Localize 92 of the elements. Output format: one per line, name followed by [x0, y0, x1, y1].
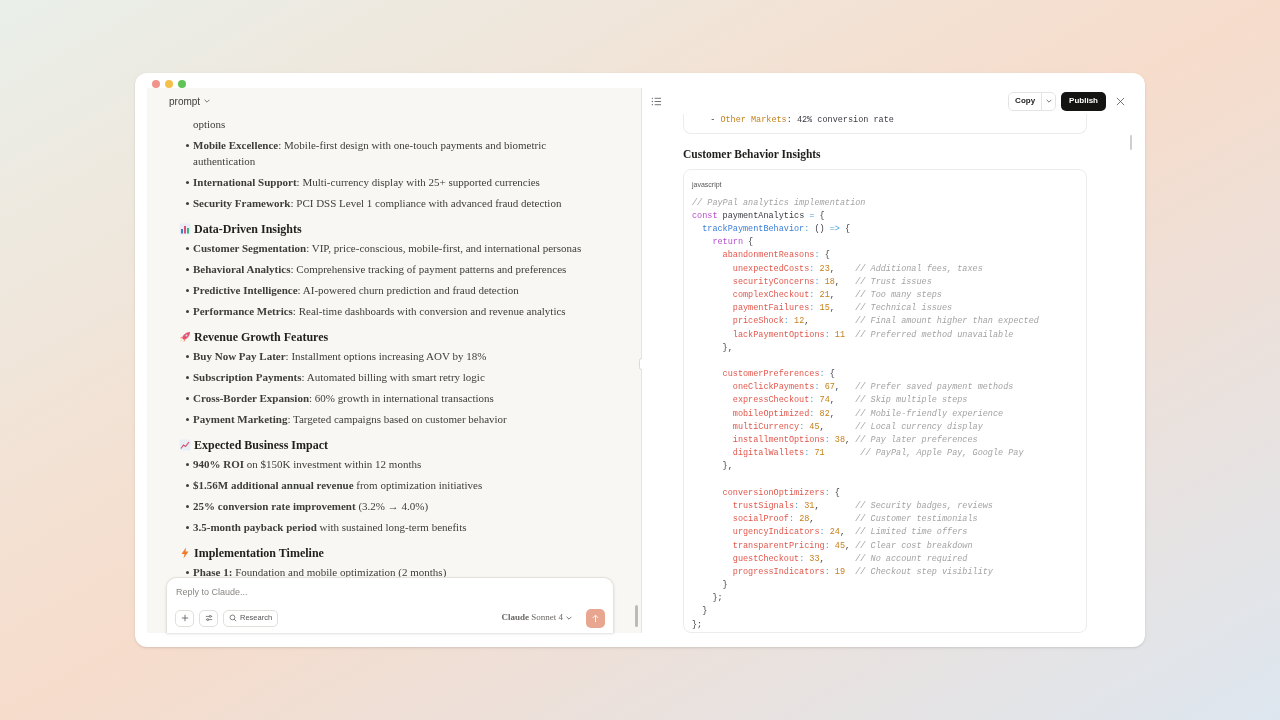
search-icon [229, 614, 237, 622]
trend-chart-icon [179, 439, 191, 451]
code-line: // PayPal analytics implementation [692, 196, 867, 210]
bullet-icon [186, 571, 189, 574]
section-heading: Data-Driven Insights [194, 221, 302, 237]
close-icon[interactable] [1116, 96, 1125, 106]
bullet-icon [186, 484, 189, 487]
code-line: conversionOptimizers: { [721, 486, 841, 500]
list-item-text: Subscription Payments: Automated billing with smart retry logic [193, 370, 485, 385]
list-item-text: Security Framework: PCI DSS Level 1 compliance with advanced fraud detection [193, 196, 562, 211]
publish-button[interactable]: Publish [1061, 91, 1106, 111]
chevron-down-icon [565, 614, 573, 622]
list-item-text: Performance Metrics: Real-time dashboards with conversion and revenue analytics [193, 304, 566, 319]
code-line: trustSignals: 31, // Security badges, reviews [731, 500, 994, 513]
code-line: unexpectedCosts: 23, // Additional fees, taxes [731, 262, 984, 276]
model-selector[interactable]: Claude Sonnet 4 [501, 611, 573, 625]
bullet-icon [186, 310, 189, 313]
bar-chart-icon [179, 223, 191, 235]
scrollbar-thumb[interactable] [1130, 135, 1132, 150]
code-line: priceShock: 12, // Final amount higher than expected [731, 315, 1040, 329]
list-item-text: Customer Segmentation: VIP, price-conscious, mobile-first, and international personas [193, 241, 582, 256]
code-line: trackPaymentBehavior: () => { [701, 223, 852, 236]
bullet-icon [186, 463, 189, 466]
bullet-icon [186, 247, 189, 250]
send-button[interactable] [586, 608, 605, 628]
code-line: expressCheckout: 74, // Skip multiple steps [731, 394, 969, 408]
section-heading: Customer Behavior Insights [683, 147, 822, 163]
bullet-icon [186, 505, 189, 508]
rocket-icon [179, 331, 191, 343]
list-item-text: $1.56M additional annual revenue from optimization initiatives [193, 478, 483, 493]
list-item-text: Behavioral Analytics: Comprehensive tracking of payment patterns and preferences [193, 262, 567, 277]
code-line: lackPaymentOptions: 11 // Preferred method unavailable [731, 328, 1015, 342]
code-line: installmentOptions: 38, // Pay later preferences [731, 434, 979, 448]
scrollbar-thumb[interactable] [635, 605, 638, 627]
code-line: return { [711, 236, 755, 250]
section-heading: Revenue Growth Features [194, 329, 329, 345]
reply-input[interactable]: Reply to Claude... [175, 586, 605, 600]
code-line: transparentPricing: 45, // Clear cost breakdown [731, 539, 974, 553]
list-icon[interactable] [651, 95, 662, 107]
code-line: } [721, 579, 729, 593]
sliders-icon [204, 614, 213, 622]
code-line: multiCurrency: 45, // Local currency display [731, 420, 984, 434]
list-item-text: Mobile Excellence: Mobile-first design with one-touch payments and biometric authentication [193, 138, 548, 169]
code-line: complexCheckout: 21, // Too many steps [731, 288, 943, 302]
code-line: oneClickPayments: 67, // Prefer saved payment methods [731, 381, 1015, 395]
code-line: customerPreferences: { [721, 368, 836, 382]
chevron-down-icon [203, 97, 212, 105]
code-line: - Other Markets: 42% conversion rate [709, 114, 895, 127]
code-line: }, [721, 341, 734, 355]
code-line: digitalWallets: 71 // PayPal, Apple Pay, Google Pay [731, 447, 1025, 461]
bullet-icon [186, 202, 189, 205]
chevron-down-icon [1044, 97, 1053, 105]
bullet-icon [186, 526, 189, 529]
bullet-icon [186, 397, 189, 400]
code-line: }; [692, 618, 704, 632]
bullet-icon [186, 376, 189, 379]
list-item-text: Phase 1: Foundation and mobile optimization (2 months) [193, 565, 447, 580]
bullet-icon [186, 418, 189, 421]
tools-button[interactable] [199, 609, 218, 627]
code-line: } [701, 605, 709, 619]
code-line: urgencyIndicators: 24, // Limited time offers [731, 526, 969, 540]
code-line: mobileOptimized: 82, // Mobile-friendly experience [731, 407, 1005, 421]
list-item-text: International Support: Multi-currency display with 25+ supported currencies [193, 175, 540, 190]
code-line: }; [711, 592, 724, 606]
list-item-text: 3.5-month payback period with sustained long-term benefits [193, 520, 467, 535]
code-line: socialProof: 28, // Customer testimonials [731, 513, 979, 527]
bullet-icon [186, 268, 189, 271]
bullet-icon [186, 355, 189, 358]
list-item-text: Buy Now Pay Later: Installment options increasing AOV by 18% [193, 349, 487, 364]
code-line: abandonmentReasons: { [721, 249, 831, 263]
list-item-text: 940% ROI on $150K investment within 12 months [193, 457, 422, 472]
code-line: securityConcerns: 18, // Trust issues [731, 275, 933, 289]
conversation-title-menu[interactable]: prompt [169, 93, 212, 109]
bullet-icon [186, 289, 189, 292]
code-line: const paymentAnalytics = { [692, 209, 826, 223]
lightning-icon [179, 547, 191, 559]
code-line: paymentFailures: 15, // Technical issues [731, 302, 954, 316]
plus-icon [180, 614, 189, 622]
code-line: guestCheckout: 33, // No account required [731, 552, 969, 566]
bullet-icon [186, 181, 189, 184]
section-heading: Implementation Timeline [194, 545, 324, 561]
bullet-icon [186, 144, 189, 147]
arrow-up-icon [591, 613, 600, 623]
list-item-text: 25% conversion rate improvement (3.2% → 4.0%) [193, 499, 429, 514]
list-item-text: Payment Marketing: Targeted campaigns based on customer behavior [193, 412, 507, 427]
paragraph-text: options [192, 117, 227, 132]
add-button[interactable] [175, 609, 194, 627]
list-item-text: Cross-Border Expansion: 60% growth in international transactions [193, 391, 494, 406]
code-line: }, [721, 460, 734, 474]
code-line: progressIndicators: 19 // Checkout step visibility [731, 565, 994, 579]
section-heading: Expected Business Impact [194, 437, 328, 453]
list-item-text: Predictive Intelligence: AI-powered churn prediction and fraud detection [193, 283, 519, 298]
